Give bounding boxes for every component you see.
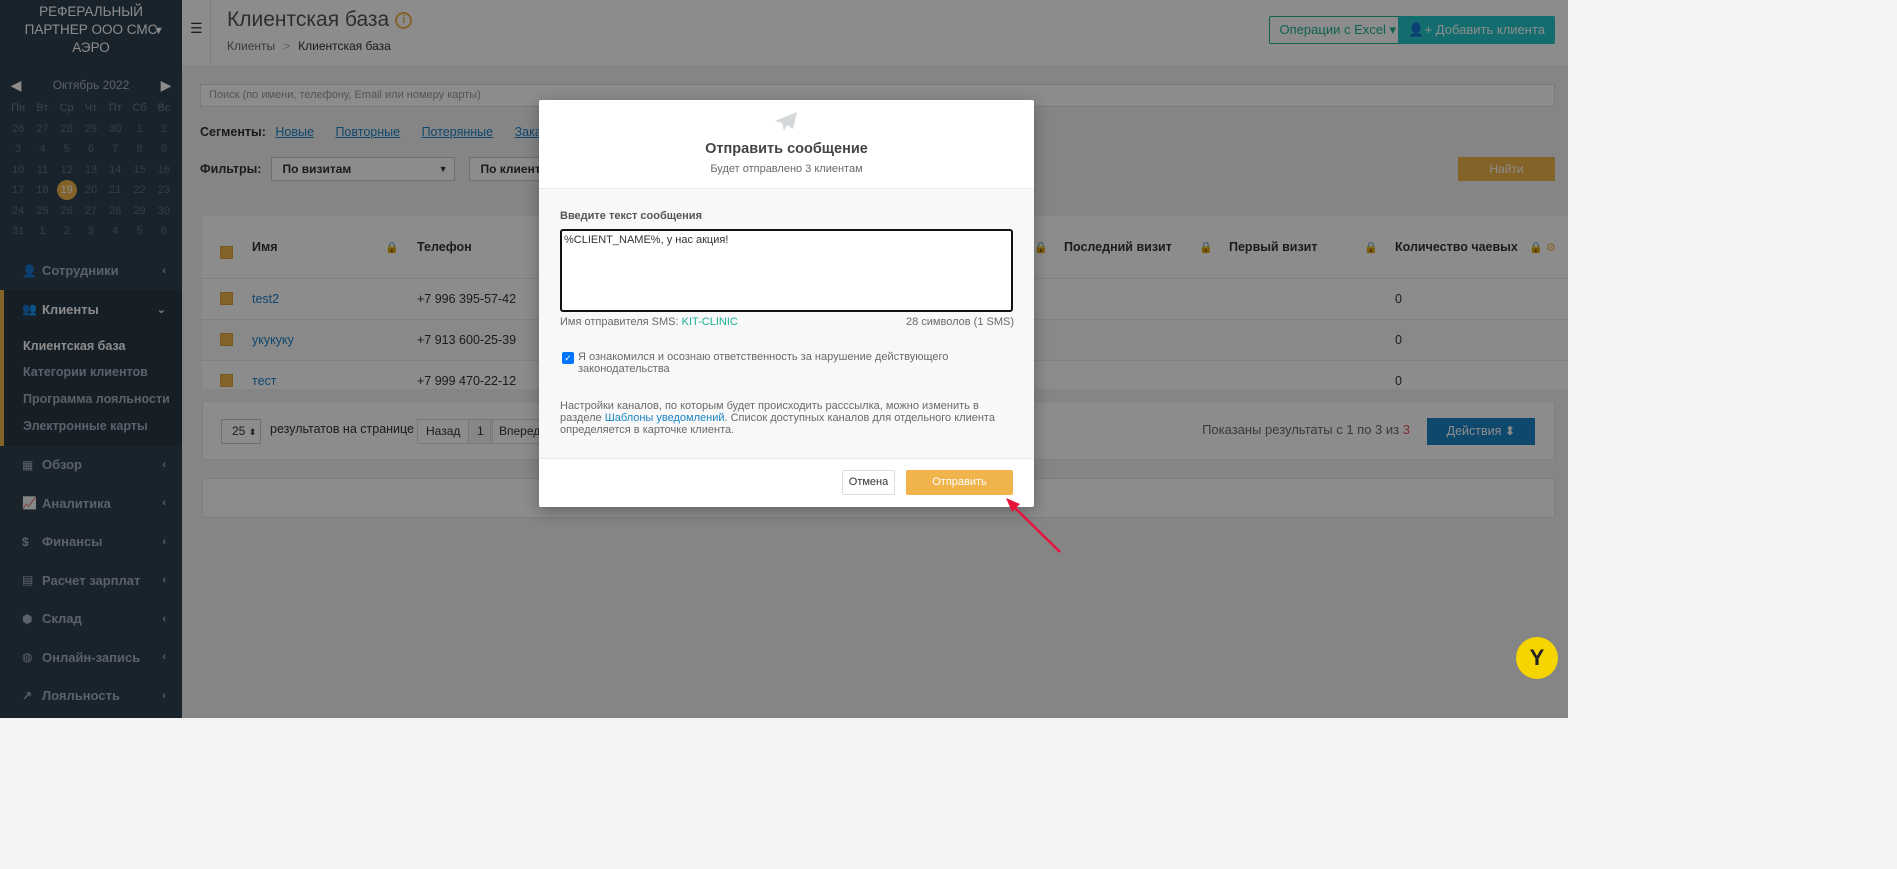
consent-row: ✓ Я ознакомился и осознаю ответственност…	[560, 351, 1014, 375]
modal-subtitle: Будет отправлено 3 клиентам	[710, 163, 863, 175]
cancel-button[interactable]: Отмена	[842, 470, 895, 495]
message-meta: Имя отправителя SMS: KIT-CLINIC 28 симво…	[560, 316, 1014, 334]
message-text-label: Введите текст сообщения	[560, 210, 702, 222]
send-message-modal: Отправить сообщение Будет отправлено 3 к…	[539, 100, 1034, 507]
sender-name: KIT-CLINIC	[681, 316, 738, 328]
channels-note: Настройки каналов, по которым будет прои…	[560, 400, 1014, 436]
modal-header: Отправить сообщение Будет отправлено 3 к…	[539, 100, 1034, 189]
sender-info: Имя отправителя SMS: KIT-CLINIC	[560, 316, 738, 328]
message-textarea[interactable]: %CLIENT_NAME%, у нас акция!	[560, 229, 1013, 312]
modal-footer: Отмена Отправить	[539, 459, 1034, 507]
paper-plane-icon	[775, 112, 797, 131]
modal-title: Отправить сообщение	[705, 141, 868, 157]
modal-body: Введите текст сообщения %CLIENT_NAME%, у…	[539, 189, 1034, 459]
send-button[interactable]: Отправить	[906, 470, 1013, 495]
notification-templates-link[interactable]: Шаблоны уведомлений	[605, 412, 725, 424]
consent-label[interactable]: Я ознакомился и осознаю ответственность …	[578, 351, 1014, 375]
sender-label: Имя отправителя SMS:	[560, 316, 679, 328]
char-counter: 28 символов (1 SMS)	[906, 316, 1014, 328]
support-chat-button[interactable]: Y	[1516, 637, 1558, 679]
consent-checkbox[interactable]: ✓	[562, 352, 574, 364]
annotation-arrow	[1006, 498, 1061, 553]
